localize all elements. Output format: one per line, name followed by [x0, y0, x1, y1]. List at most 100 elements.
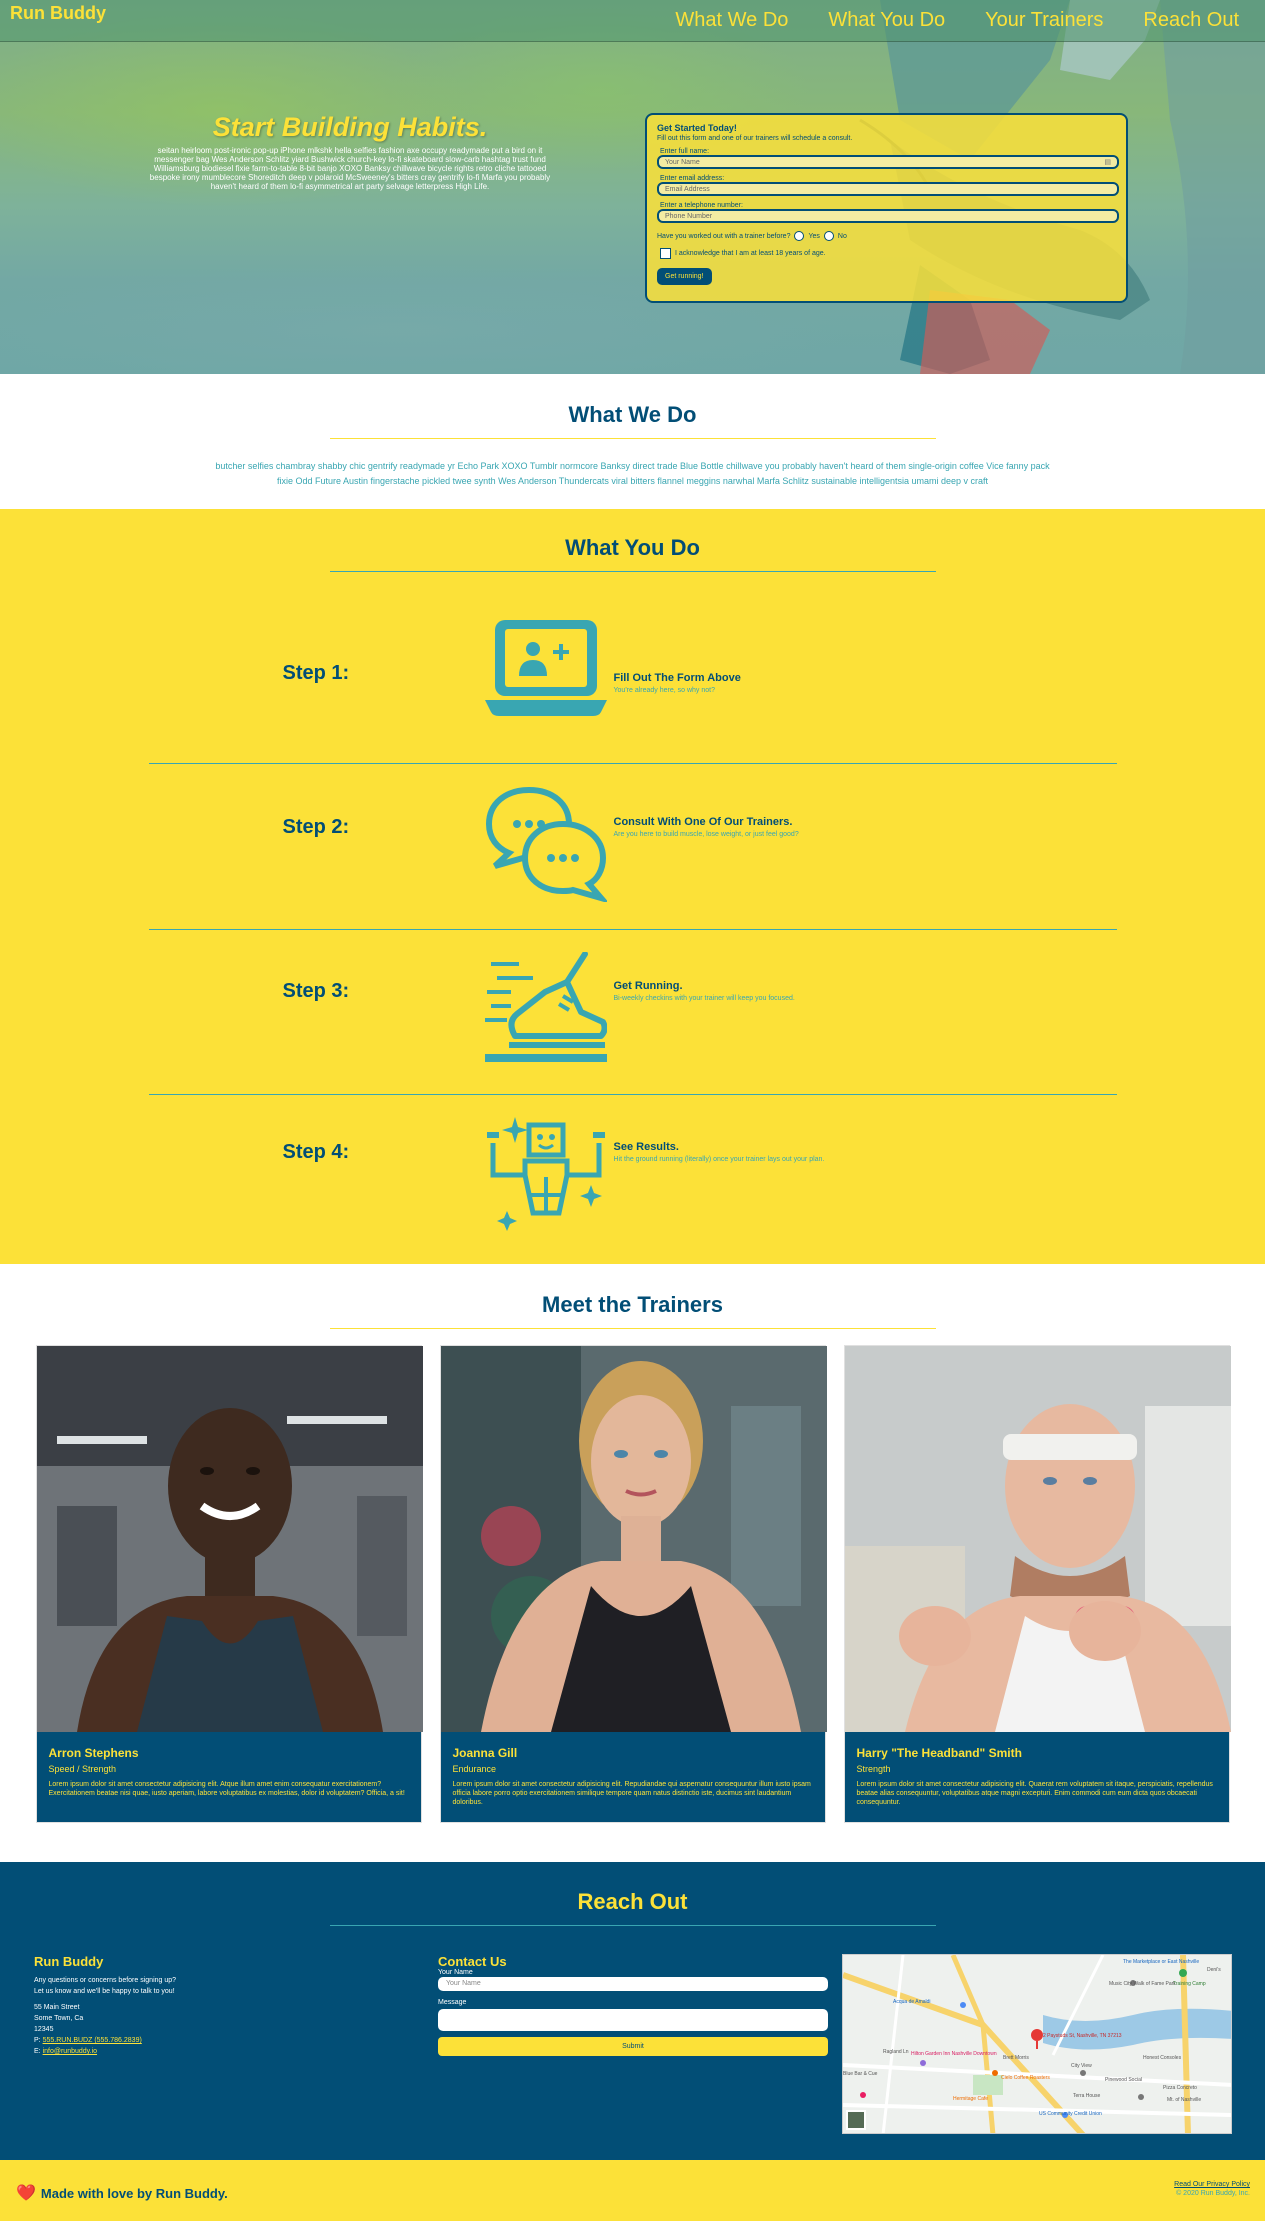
step-title: Consult With One Of Our Trainers.	[613, 816, 793, 828]
trainer-bio: Lorem ipsum dolor sit amet consectetur a…	[48, 1781, 405, 1797]
steps-list: Step 1: Fill Out The Form Above You're a…	[0, 598, 1265, 1259]
contact-name-input[interactable]: Your Name	[438, 1977, 828, 1991]
trainer-info: Arron Stephens Speed / Strength Lorem ip…	[37, 1732, 421, 1822]
hero-section: Start Building Habits. seitan heirloom p…	[0, 0, 1265, 374]
hero-intro: Start Building Habits. seitan heirloom p…	[142, 112, 558, 191]
form-title: Get Started Today!	[657, 123, 737, 133]
phone-placeholder: Phone Number	[665, 212, 713, 220]
map-place: Ragland Ln	[883, 2049, 909, 2055]
trainer-card: Arron Stephens Speed / Strength Lorem ip…	[35, 1345, 423, 1823]
map-thumbnail[interactable]	[846, 2110, 866, 2130]
map-place: Honest Consoles	[1143, 2055, 1182, 2061]
divider	[329, 1328, 936, 1329]
what-you-do-title: What You Do	[565, 535, 700, 560]
step-label: Step 4:	[282, 1141, 350, 1163]
made-with-love: Made with love by Run Buddy.	[40, 2185, 228, 2201]
trainer-card: Joanna Gill Endurance Lorem ipsum dolor …	[439, 1345, 827, 1823]
nav-your-trainers[interactable]: Your Trainers	[985, 9, 1103, 32]
step-title: Fill Out The Form Above	[613, 672, 741, 684]
step-title: See Results.	[613, 1141, 679, 1153]
copyright: © 2020 Run Buddy, Inc.	[1176, 2190, 1250, 2197]
trainer-bio: Lorem ipsum dolor sit amet consectetur a…	[856, 1781, 1213, 1806]
trainer-role: Endurance	[452, 1764, 497, 1774]
laptop-add-user-icon	[484, 620, 607, 716]
step-text: Get Running. Bi-weekly checkins with you…	[614, 980, 795, 1002]
hero-title: Start Building Habits.	[212, 112, 488, 142]
map-place: Blue Bar & Cue	[843, 2071, 878, 2077]
address-city: Some Town, Ca	[34, 2015, 84, 2022]
step-label: Step 1:	[282, 662, 350, 684]
full-name-input[interactable]: Your Name ▤	[657, 155, 1119, 169]
trainer-question: Have you worked out with a trainer befor…	[657, 231, 1116, 241]
phone-link[interactable]: 555.RUN.BUDZ (555.786.2839)	[43, 2037, 142, 2044]
map-place: The Marketplace or East Nashville	[1123, 1959, 1199, 1965]
divider	[329, 438, 936, 439]
radio-no[interactable]	[823, 231, 834, 241]
trainer-card: Harry "The Headband" Smith Strength Lore…	[843, 1345, 1231, 1823]
name-label: Enter full name:	[660, 148, 710, 155]
contact-submit-button[interactable]: Submit	[438, 2037, 828, 2056]
divider	[329, 571, 936, 572]
get-started-form: Get Started Today! Fill out this form an…	[645, 113, 1128, 303]
map-place: Deni's	[1207, 1967, 1221, 1973]
email-prefix: E:	[34, 2048, 41, 2055]
step-2: Step 2: Consult With One Of Our Trainers…	[148, 763, 1117, 929]
map-place: Pinewood Social	[1105, 2077, 1142, 2083]
address-zip: 12345	[34, 2026, 54, 2033]
site-footer: ❤️ Made with love by Run Buddy. Read Our…	[0, 2160, 1265, 2221]
logo[interactable]: Run Buddy	[10, 3, 106, 24]
step-4: Step 4: See Results. Hit the ground runn…	[148, 1094, 1117, 1259]
step-desc: Bi-weekly checkins with your trainer wil…	[613, 995, 795, 1002]
age-checkbox[interactable]	[660, 248, 671, 259]
contact-form-title: Contact Us	[438, 1954, 507, 1969]
map-pin-label: 2 Paystuds St, Nashville, TN 37213	[1043, 2033, 1122, 2039]
map-place: City View	[1071, 2063, 1092, 2069]
step-text: Fill Out The Form Above You're already h…	[614, 672, 741, 694]
trainers-title: Meet the Trainers	[542, 1292, 723, 1317]
email-placeholder: Email Address	[665, 185, 710, 193]
contact-line: Let us know and we'll be happy to talk t…	[34, 1988, 175, 1995]
message-label: Message	[438, 1999, 467, 2006]
radio-yes[interactable]	[794, 231, 805, 241]
map-place: Hermitage Cafe	[953, 2096, 988, 2102]
hero-text: seitan heirloom post-ironic pop-up iPhon…	[149, 146, 551, 191]
trainer-question-text: Have you worked out with a trainer befor…	[657, 232, 791, 240]
trainer-name: Joanna Gill	[452, 1746, 518, 1760]
radio-no-label: No	[837, 232, 847, 240]
contact-info: Run Buddy Any questions or concerns befo…	[34, 1954, 176, 2057]
privacy-policy-link[interactable]: Read Our Privacy Policy	[1174, 2181, 1250, 2188]
reach-out-title: Reach Out	[577, 1889, 688, 1914]
site-header: Run Buddy What We Do What You Do Your Tr…	[0, 0, 1265, 42]
map-place: Training Camp	[1173, 1981, 1206, 1987]
map-place: Music City Walk of Fame Park	[1109, 1981, 1176, 1987]
nav-reach-out[interactable]: Reach Out	[1143, 9, 1239, 32]
contact-line: Any questions or concerns before signing…	[34, 1977, 177, 1984]
nav-what-we-do[interactable]: What We Do	[675, 9, 788, 32]
map-graphic: 2 Paystuds St, Nashville, TN 37213 The M…	[843, 1955, 1231, 2133]
email-label: Enter email address:	[660, 175, 725, 182]
nav-what-you-do[interactable]: What You Do	[828, 9, 945, 32]
location-map[interactable]: 2 Paystuds St, Nashville, TN 37213 The M…	[842, 1954, 1232, 2134]
map-place: Brett Morris	[1003, 2055, 1029, 2061]
autofill-icon[interactable]: ▤	[1104, 158, 1111, 166]
heart-icon: ❤️	[16, 2185, 36, 2202]
step-3: Step 3: Get Running. Bi-weekly checkins …	[148, 929, 1117, 1094]
map-place: Hilton Garden Inn Nashville Downtown	[911, 2051, 997, 2057]
step-1: Step 1: Fill Out The Form Above You're a…	[149, 598, 1117, 763]
running-shoe-icon	[484, 952, 607, 1062]
email-input[interactable]: Email Address	[657, 182, 1119, 196]
map-place: Terra House	[1073, 2093, 1100, 2099]
age-acknowledge: I acknowledge that I am at least 18 year…	[660, 248, 1116, 259]
message-textarea[interactable]	[438, 2009, 828, 2031]
age-checkbox-label: I acknowledge that I am at least 18 year…	[675, 250, 826, 257]
step-desc: Are you here to build muscle, lose weigh…	[613, 831, 799, 838]
get-running-button[interactable]: Get running!	[657, 268, 712, 285]
email-link[interactable]: info@runbuddy.io	[43, 2048, 97, 2055]
phone-input[interactable]: Phone Number	[657, 209, 1119, 223]
what-you-do-section: What You Do Step 1: Fill Out The Form Ab…	[0, 509, 1265, 1264]
phone-prefix: P:	[34, 2037, 41, 2044]
trainer-photo	[440, 1346, 827, 1732]
trainer-role: Strength	[856, 1764, 891, 1774]
full-name-placeholder: Your Name	[665, 158, 700, 166]
map-place: US Community Credit Union	[1039, 2111, 1102, 2117]
